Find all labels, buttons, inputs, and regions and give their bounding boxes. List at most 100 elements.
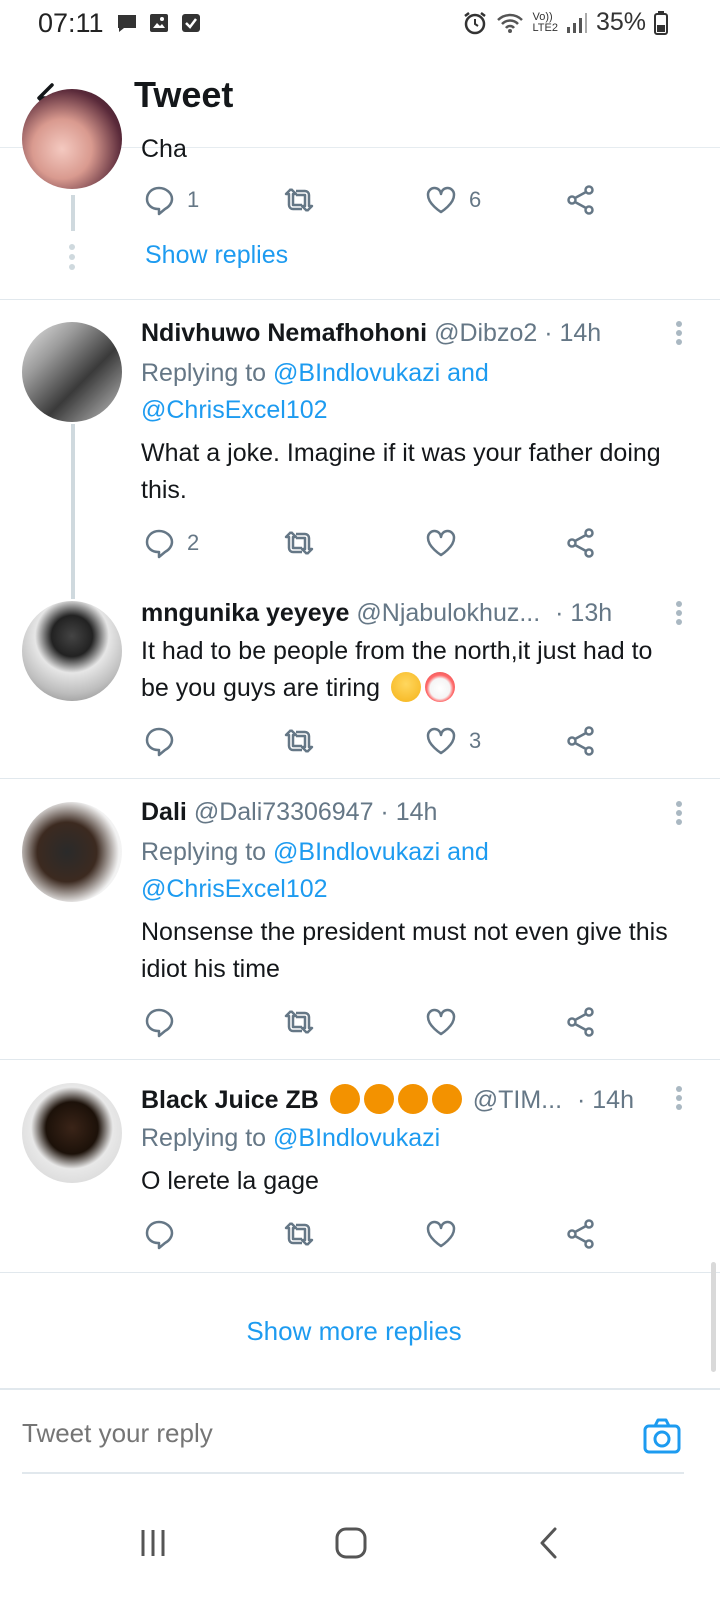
share-icon <box>567 528 594 558</box>
share-button[interactable] <box>565 1217 597 1251</box>
notification-icons <box>116 12 202 34</box>
thread-line <box>71 195 75 231</box>
more-options-icon[interactable] <box>676 1086 682 1113</box>
tweet-text: Nonsense the president must not even giv… <box>141 918 668 983</box>
retweet-icon <box>284 1222 314 1246</box>
retweet-button[interactable] <box>283 526 315 560</box>
avatar[interactable] <box>22 1083 122 1183</box>
handle-time: @Dali73306947 · 14h <box>193 798 438 826</box>
home-icon[interactable] <box>326 1518 376 1568</box>
wifi-icon <box>497 13 524 33</box>
weary-face-emoji <box>390 672 421 702</box>
replying-to: Replying to @BIndlovukazi and @ChrisExce… <box>141 359 489 424</box>
avatar[interactable] <box>22 802 122 902</box>
reply-composer <box>0 1388 720 1492</box>
replying-to: Replying to @BIndlovukazi <box>141 1124 441 1152</box>
tweet-time: · 13h <box>555 599 613 627</box>
share-icon <box>567 1219 594 1249</box>
camera-icon[interactable] <box>642 1416 682 1456</box>
battery-icon <box>654 10 668 35</box>
like-button[interactable]: 6 <box>425 183 481 217</box>
reply-button[interactable] <box>143 1005 175 1039</box>
system-nav-bar <box>0 1492 720 1600</box>
tweet-reply-input[interactable] <box>22 1418 622 1449</box>
heart-icon <box>426 1220 456 1248</box>
share-button[interactable] <box>565 1005 597 1039</box>
retweet-button[interactable] <box>283 724 315 758</box>
retweet-icon <box>284 531 314 555</box>
divider <box>0 778 720 779</box>
divider <box>0 299 720 300</box>
more-options-icon[interactable] <box>676 601 682 628</box>
recent-apps-icon[interactable] <box>128 1518 178 1568</box>
orange-emojis <box>329 1084 473 1114</box>
handle: @TIM... <box>472 1086 563 1114</box>
orange-emoji <box>363 1084 394 1114</box>
more-options-icon[interactable] <box>676 801 682 828</box>
tweet-actions: 2 <box>143 526 623 560</box>
retweet-button[interactable] <box>283 1005 315 1039</box>
retweet-icon <box>284 729 314 753</box>
tweet-header: Black Juice ZB @TIM... · 14h <box>141 1084 634 1115</box>
more-options-icon[interactable] <box>676 321 682 348</box>
like-count: 6 <box>469 187 482 212</box>
scrollbar[interactable] <box>711 1262 716 1372</box>
status-time: 07:11 <box>38 8 104 38</box>
input-underline <box>22 1472 684 1474</box>
show-replies-link[interactable]: Show replies <box>145 241 288 270</box>
reply-button[interactable]: 1 <box>143 183 199 217</box>
signal-icon <box>566 12 587 33</box>
divider <box>0 1059 720 1060</box>
display-name[interactable]: Black Juice ZB <box>141 1086 319 1114</box>
mention-link[interactable]: @BIndlovukazi and <box>273 359 489 387</box>
avatar[interactable] <box>22 89 122 189</box>
avatar[interactable] <box>22 322 122 422</box>
clown-face-emoji <box>424 672 455 702</box>
orange-emoji <box>431 1084 462 1114</box>
display-name[interactable]: Dali <box>141 798 187 826</box>
mention-link[interactable]: @BIndlovukazi <box>273 1124 440 1152</box>
like-button[interactable] <box>425 1005 457 1039</box>
tweet-actions: 3 <box>143 724 623 758</box>
tweet-header: Dali @Dali73306947 · 14h <box>141 798 437 827</box>
network-label: Vo)) LTE2 <box>532 10 558 34</box>
tweet-header: mngunika yeyeye @Njabulokhuz... · 13h <box>141 599 612 628</box>
mention-link[interactable]: @ChrisExcel102 <box>141 396 328 424</box>
share-button[interactable] <box>565 526 597 560</box>
reply-button[interactable] <box>143 1217 175 1251</box>
like-button[interactable]: 3 <box>425 724 481 758</box>
system-icons: Vo)) LTE2 35% <box>462 8 668 37</box>
reply-button[interactable]: 2 <box>143 526 199 560</box>
tweet-text: O lerete la gage <box>141 1167 319 1195</box>
display-name[interactable]: Ndivhuwo Nemafhohoni <box>141 319 427 347</box>
share-icon <box>567 1007 594 1037</box>
reply-button[interactable] <box>143 724 175 758</box>
heart-icon <box>426 1008 456 1036</box>
thread-dots <box>69 244 75 274</box>
show-more-replies-button[interactable]: Show more replies <box>0 1316 708 1347</box>
tweet-time: · 14h <box>576 1086 634 1114</box>
share-button[interactable] <box>565 724 597 758</box>
share-button[interactable] <box>565 183 597 217</box>
retweet-button[interactable] <box>283 1217 315 1251</box>
retweet-icon <box>284 188 314 212</box>
heart-icon <box>426 529 456 557</box>
mention-link[interactable]: @BIndlovukazi and <box>273 838 489 866</box>
display-name[interactable]: mngunika yeyeye <box>141 599 349 627</box>
page-title: Tweet <box>134 74 234 115</box>
like-count: 3 <box>469 728 482 753</box>
mention-link[interactable]: @ChrisExcel102 <box>141 875 328 903</box>
retweet-icon <box>284 1010 314 1034</box>
like-button[interactable] <box>425 1217 457 1251</box>
avatar[interactable] <box>22 601 122 701</box>
like-button[interactable] <box>425 526 457 560</box>
replying-to: Replying to @BIndlovukazi and @ChrisExce… <box>141 838 489 903</box>
alarm-icon <box>464 11 487 34</box>
divider <box>0 1272 720 1273</box>
reply-count: 1 <box>187 187 200 212</box>
tweet-actions <box>143 1005 623 1039</box>
retweet-button[interactable] <box>283 183 315 217</box>
back-icon[interactable] <box>524 1518 574 1568</box>
orange-emoji <box>397 1084 428 1114</box>
share-icon <box>567 185 594 215</box>
